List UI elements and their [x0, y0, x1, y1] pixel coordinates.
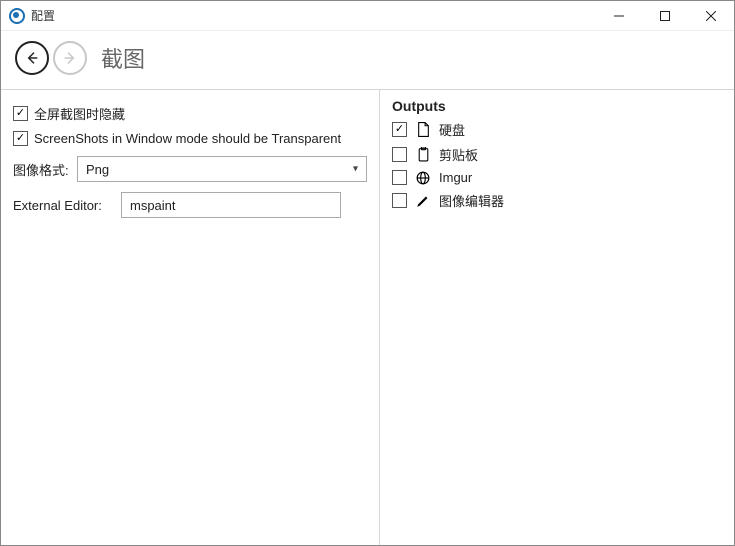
outputs-title: Outputs [392, 98, 722, 114]
output-editor-row: 图像编辑器 [392, 191, 722, 210]
image-format-select[interactable]: Png ▾ [77, 156, 367, 182]
output-imgur-checkbox[interactable] [392, 170, 407, 185]
output-imgur-row: Imgur [392, 170, 722, 185]
outputs-pane: Outputs 硬盘 剪贴板 Imgur [379, 90, 734, 545]
output-clipboard-row: 剪贴板 [392, 145, 722, 164]
external-editor-row: External Editor: mspaint [13, 192, 367, 218]
output-imgur-label: Imgur [439, 170, 472, 185]
transparent-window-row: ScreenShots in Window mode should be Tra… [13, 131, 367, 146]
output-editor-label: 图像编辑器 [439, 191, 504, 210]
external-editor-value: mspaint [130, 198, 176, 213]
output-disk-row: 硬盘 [392, 120, 722, 139]
settings-pane: 全屏截图时隐藏 ScreenShots in Window mode shoul… [1, 90, 379, 545]
image-format-value: Png [86, 162, 109, 177]
titlebar: 配置 [1, 1, 734, 31]
transparent-window-label: ScreenShots in Window mode should be Tra… [34, 131, 341, 146]
nav-row: 截图 [1, 31, 734, 90]
content-area: 全屏截图时隐藏 ScreenShots in Window mode shoul… [1, 90, 734, 545]
maximize-button[interactable] [642, 1, 688, 30]
output-clipboard-checkbox[interactable] [392, 147, 407, 162]
output-disk-checkbox[interactable] [392, 122, 407, 137]
pencil-icon [415, 194, 431, 208]
image-format-label: 图像格式: [13, 160, 69, 179]
external-editor-label: External Editor: [13, 198, 113, 213]
forward-button[interactable] [53, 41, 87, 75]
output-clipboard-label: 剪贴板 [439, 145, 478, 164]
transparent-window-checkbox[interactable] [13, 131, 28, 146]
app-icon [9, 8, 25, 24]
window-controls [596, 1, 734, 30]
clipboard-icon [415, 147, 431, 162]
app-window: 配置 截图 全屏截图时隐藏 [0, 0, 735, 546]
page-title: 截图 [101, 42, 145, 74]
close-button[interactable] [688, 1, 734, 30]
output-disk-label: 硬盘 [439, 120, 465, 139]
hide-fullscreen-row: 全屏截图时隐藏 [13, 104, 367, 123]
chevron-down-icon: ▾ [353, 164, 358, 175]
globe-icon [415, 171, 431, 185]
file-icon [415, 122, 431, 137]
output-editor-checkbox[interactable] [392, 193, 407, 208]
hide-fullscreen-checkbox[interactable] [13, 106, 28, 121]
window-title: 配置 [31, 7, 55, 24]
minimize-button[interactable] [596, 1, 642, 30]
hide-fullscreen-label: 全屏截图时隐藏 [34, 104, 125, 123]
external-editor-input[interactable]: mspaint [121, 192, 341, 218]
image-format-row: 图像格式: Png ▾ [13, 156, 367, 182]
back-button[interactable] [15, 41, 49, 75]
